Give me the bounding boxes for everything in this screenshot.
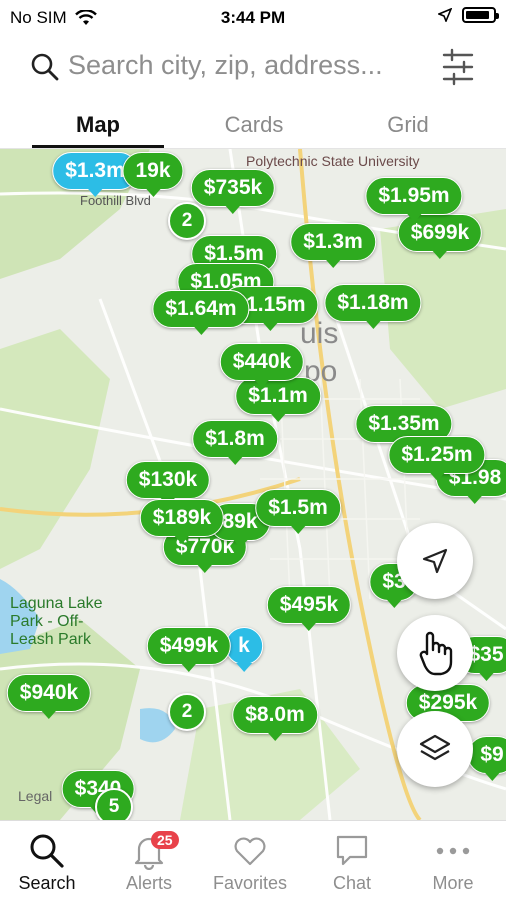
tab-cards[interactable]: Cards xyxy=(188,112,320,138)
price-pin[interactable]: $1.18m xyxy=(324,284,422,329)
map-label-park: Laguna Lake Park - Off-Leash Park xyxy=(10,595,103,648)
search-input[interactable]: Search city, zip, address... xyxy=(68,50,428,81)
price-pin[interactable]: $735k xyxy=(190,169,276,214)
nav-more-label: More xyxy=(432,873,474,893)
status-right xyxy=(438,7,499,23)
view-tabs: Map Cards Grid xyxy=(0,100,506,149)
price-pin[interactable]: $189k xyxy=(139,499,225,544)
filter-icon[interactable] xyxy=(442,48,474,86)
map-layers-button[interactable] xyxy=(397,711,473,787)
price-pin[interactable]: $495k xyxy=(266,586,352,631)
nav-favorites-label: Favorites xyxy=(212,873,288,893)
nav-more[interactable]: More xyxy=(403,829,503,894)
cluster-marker[interactable]: 2 xyxy=(168,202,206,240)
location-arrow-icon xyxy=(422,548,448,574)
price-pin[interactable]: $1.8m xyxy=(192,420,278,465)
nav-alerts-label: Alerts xyxy=(125,873,172,893)
bottom-tab-bar: Search 25 Alerts Favorites Chat More xyxy=(0,820,506,901)
nav-chat[interactable]: Chat xyxy=(302,829,402,894)
status-bar: No SIM 3:44 PM xyxy=(0,0,506,34)
nav-search-label: Search xyxy=(18,873,76,893)
search-icon xyxy=(31,53,59,81)
heart-icon xyxy=(234,837,266,866)
nav-search[interactable]: Search xyxy=(0,829,97,894)
chat-icon xyxy=(336,835,368,866)
price-pin[interactable]: $1.5m xyxy=(255,489,341,534)
map-legal-link[interactable]: Legal xyxy=(18,788,52,804)
price-pin[interactable]: $1.95m xyxy=(365,177,463,222)
cluster-marker[interactable]: 5 xyxy=(95,788,133,820)
hand-pointer-icon xyxy=(419,631,453,676)
map-view[interactable]: Polytechnic State University Foothill Bl… xyxy=(0,149,506,820)
price-pin[interactable]: $1.64m xyxy=(152,290,250,335)
price-pin[interactable]: $440k xyxy=(219,343,305,388)
draw-on-map-button[interactable] xyxy=(397,615,473,691)
cluster-marker[interactable]: 2 xyxy=(168,693,206,731)
active-tab-indicator xyxy=(32,145,164,148)
alerts-badge: 25 xyxy=(151,831,179,849)
map-label-university: Polytechnic State University xyxy=(246,153,420,169)
nav-chat-label: Chat xyxy=(332,873,372,893)
nav-alerts[interactable]: 25 Alerts xyxy=(99,829,199,894)
location-arrow-icon xyxy=(438,8,452,22)
price-pin[interactable]: 19k xyxy=(122,152,184,197)
price-pin[interactable]: $130k xyxy=(125,461,211,506)
price-pin[interactable]: $8.0m xyxy=(232,696,318,741)
search-icon xyxy=(30,834,64,868)
layers-icon xyxy=(419,734,451,761)
price-pin[interactable]: $940k xyxy=(6,674,92,719)
price-pin[interactable]: $1.3m xyxy=(290,223,376,268)
search-bar: Search city, zip, address... xyxy=(0,40,506,96)
status-time: 3:44 PM xyxy=(220,8,286,27)
tab-map[interactable]: Map xyxy=(32,112,164,138)
tab-grid[interactable]: Grid xyxy=(342,112,474,138)
nav-favorites[interactable]: Favorites xyxy=(200,829,300,894)
price-pin[interactable]: $9 xyxy=(467,736,506,781)
price-pin[interactable]: $1.1m xyxy=(235,377,321,422)
battery-icon xyxy=(462,7,499,23)
price-pin[interactable]: $1.25m xyxy=(388,436,486,481)
locate-me-button[interactable] xyxy=(397,523,473,599)
more-icon xyxy=(436,847,470,855)
price-pin[interactable]: $499k xyxy=(146,627,232,672)
